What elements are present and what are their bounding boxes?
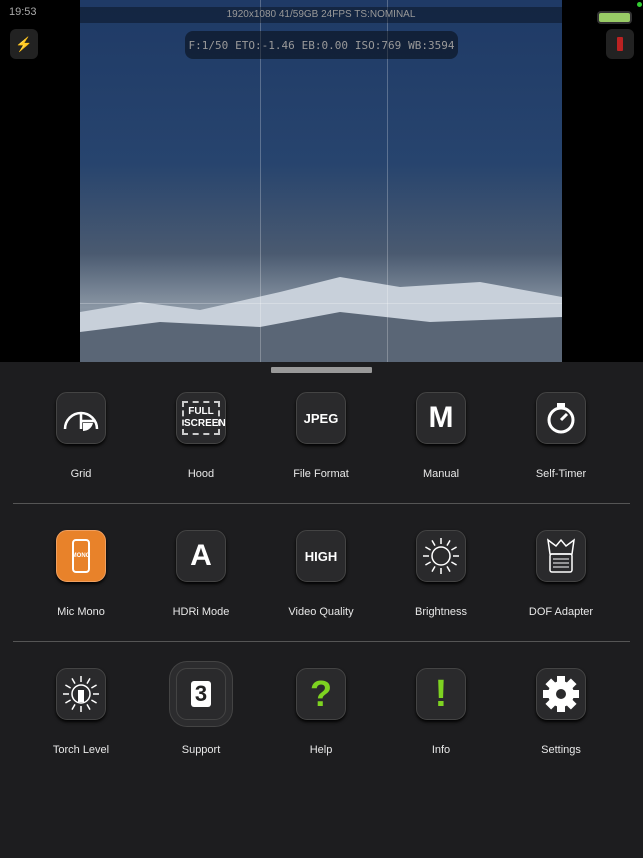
help-icon: ?	[296, 668, 346, 720]
menu-item-label: Mic Mono	[57, 606, 105, 618]
menu-item-support[interactable]: 3 Support	[146, 668, 256, 756]
full-screen-icon: FULL SCREEN	[176, 392, 226, 444]
menu-item-settings[interactable]: Settings	[506, 668, 616, 756]
mic-mono-icon-text: MONO	[72, 539, 90, 573]
mountain-image	[80, 277, 562, 362]
settings-icon	[536, 668, 586, 720]
menu-item-label: Settings	[541, 744, 581, 756]
menu-panel: Grid FULL SCREEN Hood JPEG File Format M Manua…	[0, 362, 643, 858]
manual-icon: M	[416, 392, 466, 444]
eb-value: EB:0.00	[301, 38, 348, 52]
hdri-icon: A	[176, 530, 226, 582]
menu-item-brightness[interactable]: Brightness	[386, 530, 496, 618]
clock: 19:53	[9, 6, 37, 18]
panel-handle[interactable]	[271, 367, 372, 373]
help-icon-text: ?	[310, 673, 332, 714]
menu-item-label: Help	[309, 744, 333, 756]
hdri-icon-text: A	[190, 539, 212, 572]
full-screen-icon-text: FULL SCREEN	[182, 401, 226, 435]
menu-item-label: DOF Adapter	[528, 606, 594, 618]
menu-item-info[interactable]: ! Info	[386, 668, 496, 756]
manual-icon-text: M	[428, 401, 454, 434]
menu-item-label: Hood	[187, 468, 215, 480]
wb-value: WB:3594	[408, 38, 455, 52]
menu-item-label: Torch Level	[52, 744, 110, 756]
iso-value: ISO:769	[354, 38, 402, 52]
menu-item-grid[interactable]: Grid	[26, 392, 136, 480]
recording-info: 1920x1080 41/59GB 24FPS TS:NOMINAL	[80, 7, 562, 23]
support-icon-text: 3	[190, 681, 212, 707]
menu-item-help[interactable]: ? Help	[266, 668, 376, 756]
menu-item-video-quality[interactable]: HIGH Video Quality	[266, 530, 376, 618]
support-icon: 3	[176, 668, 226, 720]
menu-item-file-format[interactable]: JPEG File Format	[266, 392, 376, 480]
menu-item-label: File Format	[293, 468, 349, 480]
divider	[13, 503, 630, 504]
menu-item-manual[interactable]: M Manual	[386, 392, 496, 480]
menu-item-dof-adapter[interactable]: DOF Adapter	[506, 530, 616, 618]
jpeg-icon: JPEG	[296, 392, 346, 444]
menu-item-label: HDRi Mode	[172, 606, 230, 618]
menu-item-label: Self-Timer	[535, 468, 587, 480]
exposure-readout: F:1/50 ETO:-1.46 EB:0.00 ISO:769 WB:3594	[185, 31, 458, 59]
torch-icon	[56, 668, 106, 720]
menu-item-label: Manual	[422, 468, 460, 480]
grid-icon	[56, 392, 106, 444]
torch-button[interactable]	[606, 29, 634, 59]
torch-icon	[617, 37, 623, 51]
menu-item-hood[interactable]: FULL SCREEN Hood	[146, 392, 256, 480]
menu-item-label: Video Quality	[288, 606, 354, 618]
info-icon: !	[416, 668, 466, 720]
flash-off-icon: ⚡	[15, 35, 33, 52]
menu-item-label: Support	[181, 744, 221, 756]
battery-indicator	[597, 11, 632, 24]
menu-item-label: Info	[431, 744, 451, 756]
shutter-value: F:1/50	[188, 38, 229, 52]
divider	[13, 641, 630, 642]
camera-indicator-dot	[637, 2, 642, 7]
timer-icon	[536, 392, 586, 444]
grid-line	[80, 303, 562, 304]
video-quality-icon-text: HIGH	[304, 548, 338, 564]
menu-item-hdri-mode[interactable]: A HDRi Mode	[146, 530, 256, 618]
flash-off-button[interactable]: ⚡	[10, 29, 38, 59]
brightness-icon	[416, 530, 466, 582]
menu-item-torch-level[interactable]: Torch Level	[26, 668, 136, 756]
dof-adapter-icon	[536, 530, 586, 582]
video-quality-icon: HIGH	[296, 530, 346, 582]
menu-item-label: Brightness	[415, 606, 467, 618]
menu-item-label: Grid	[70, 468, 92, 480]
menu-item-self-timer[interactable]: Self-Timer	[506, 392, 616, 480]
info-icon-text: !	[434, 672, 448, 715]
eto-value: ETO:-1.46	[235, 38, 295, 52]
menu-item-mic-mono[interactable]: MONO Mic Mono	[26, 530, 136, 618]
mic-mono-icon: MONO	[56, 530, 106, 582]
jpeg-icon-text: JPEG	[303, 410, 339, 426]
